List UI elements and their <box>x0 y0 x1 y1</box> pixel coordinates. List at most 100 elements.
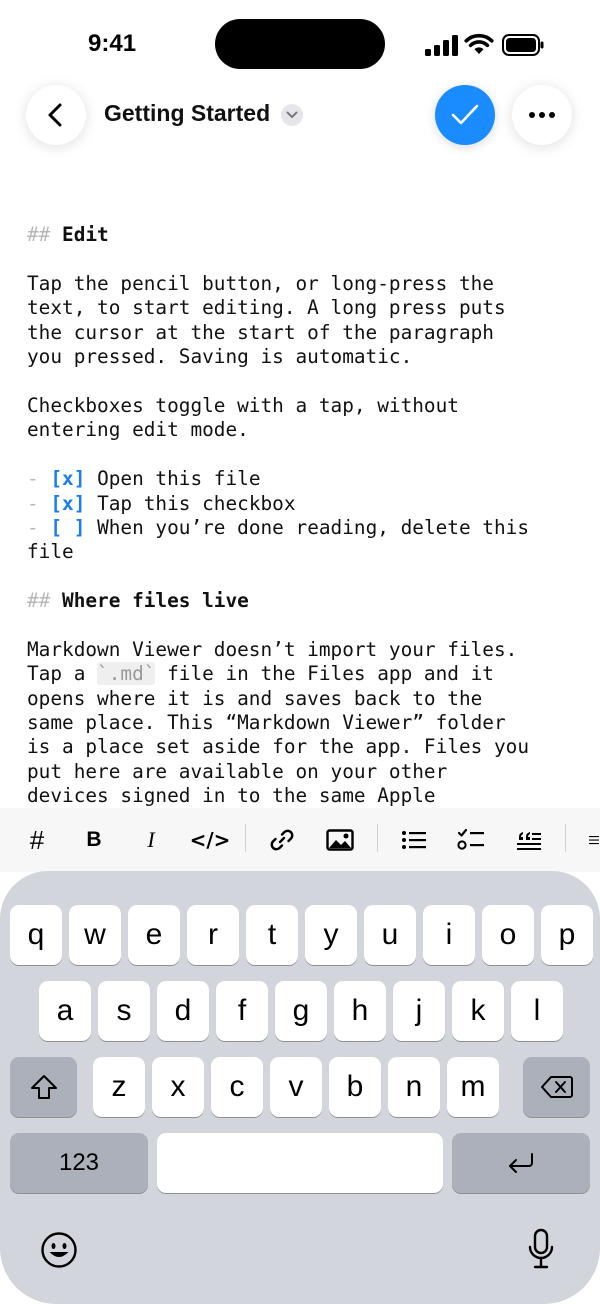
editor-line: entering edit mode. <box>27 418 587 442</box>
shift-key[interactable] <box>10 1057 77 1117</box>
return-key[interactable] <box>452 1133 590 1193</box>
editor-line: Markdown Viewer doesn’t import your file… <box>27 638 587 662</box>
link-button[interactable] <box>266 822 298 858</box>
key-e[interactable]: e <box>128 905 180 965</box>
italic-button[interactable]: I <box>137 822 165 858</box>
key-k[interactable]: k <box>452 981 504 1041</box>
line-text: Tap this checkbox <box>85 491 296 515</box>
title-menu-button[interactable] <box>281 104 303 126</box>
dictation-button[interactable] <box>526 1228 556 1270</box>
list-marker: - <box>27 491 51 515</box>
key-t[interactable]: t <box>246 905 298 965</box>
space-key[interactable] <box>157 1133 443 1193</box>
chevron-down-icon <box>286 111 298 118</box>
key-u[interactable]: u <box>364 905 416 965</box>
shift-icon <box>30 1075 57 1099</box>
key-n[interactable]: n <box>388 1057 440 1117</box>
key-i[interactable]: i <box>423 905 475 965</box>
editor-line: Tap the pencil button, or long-press the <box>27 272 587 296</box>
text-align-icon <box>589 836 599 845</box>
line-text: is a place set aside for the app. Files … <box>27 735 529 759</box>
editor-line: file <box>27 540 587 564</box>
checkbox-marker[interactable]: [x] <box>50 492 85 515</box>
markdown-editor[interactable]: ## Edit Tap the pencil button, or long-pr… <box>27 150 587 808</box>
line-text: entering edit mode. <box>27 418 249 442</box>
heading-text: Where files live <box>62 589 249 613</box>
line-text: put here are available on your other <box>27 759 448 783</box>
align-button[interactable] <box>588 822 600 858</box>
list-bullet-icon <box>402 831 426 849</box>
line-text: you pressed. Saving is automatic. <box>27 345 413 369</box>
key-z[interactable]: z <box>93 1057 145 1117</box>
line-text: When you’re done reading, delete this <box>85 515 530 539</box>
checkbox-marker[interactable]: [x] <box>50 467 85 490</box>
editor-line: - [x] Open this file <box>27 467 587 491</box>
line-text: Markdown Viewer doesn’t import your file… <box>27 637 518 661</box>
editor-line: same place. This “Markdown Viewer” folde… <box>27 711 587 735</box>
key-j[interactable]: j <box>393 981 445 1041</box>
battery-icon <box>502 34 544 56</box>
toolbar-divider <box>377 824 378 852</box>
key-l[interactable]: l <box>511 981 563 1041</box>
key-r[interactable]: r <box>187 905 239 965</box>
editor-line: - [x] Tap this checkbox <box>27 492 587 516</box>
link-icon <box>270 829 294 851</box>
key-m[interactable]: m <box>447 1057 499 1117</box>
delete-key[interactable] <box>523 1057 590 1117</box>
more-options-button[interactable] <box>512 85 572 145</box>
key-x[interactable]: x <box>152 1057 204 1117</box>
editor-top-fade <box>0 150 600 166</box>
software-keyboard: qwertyuiop asdfghjkl zxcvbnm 123 <box>0 871 600 1304</box>
key-b[interactable]: b <box>329 1057 381 1117</box>
photo-icon <box>326 829 354 851</box>
key-v[interactable]: v <box>270 1057 322 1117</box>
done-button[interactable] <box>435 85 495 145</box>
status-bar: 9:41 <box>0 0 600 88</box>
key-p[interactable]: p <box>541 905 593 965</box>
key-h[interactable]: h <box>334 981 386 1041</box>
key-s[interactable]: s <box>98 981 150 1041</box>
checklist-button[interactable] <box>456 822 486 858</box>
emoji-button[interactable] <box>40 1231 78 1269</box>
key-g[interactable]: g <box>275 981 327 1041</box>
inline-code: `.md` <box>97 662 156 686</box>
quote-icon <box>517 832 541 850</box>
key-a[interactable]: a <box>39 981 91 1041</box>
return-icon <box>509 1153 533 1173</box>
key-o[interactable]: o <box>482 905 534 965</box>
document-title[interactable]: Getting Started <box>104 100 270 127</box>
image-button[interactable] <box>324 822 356 858</box>
ellipsis-icon <box>529 112 555 118</box>
heading-button[interactable]: # <box>22 822 52 858</box>
quote-button[interactable] <box>514 822 544 858</box>
heading-text: Edit <box>62 223 109 247</box>
list-marker: - <box>27 515 51 539</box>
key-f[interactable]: f <box>216 981 268 1041</box>
checkmark-icon <box>451 104 479 125</box>
editor-line: opens where it is and saves back to the <box>27 687 587 711</box>
key-q[interactable]: q <box>10 905 62 965</box>
editor-line: text, to start editing. A long press put… <box>27 296 587 320</box>
microphone-icon <box>528 1228 554 1269</box>
key-y[interactable]: y <box>305 905 357 965</box>
bold-button[interactable]: B <box>80 822 108 858</box>
bullet-list-button[interactable] <box>400 822 428 858</box>
key-w[interactable]: w <box>69 905 121 965</box>
code-button[interactable]: </> <box>190 822 231 858</box>
line-text: Tap a <box>27 662 98 686</box>
numbers-key[interactable]: 123 <box>10 1133 148 1193</box>
key-d[interactable]: d <box>157 981 209 1041</box>
list-marker: - <box>27 467 51 491</box>
checkbox-marker[interactable]: [ ] <box>50 516 85 539</box>
back-button[interactable] <box>26 85 86 145</box>
heading-marker: ## <box>27 223 63 247</box>
line-text: same place. This “Markdown Viewer” folde… <box>27 711 506 735</box>
key-c[interactable]: c <box>211 1057 263 1117</box>
checklist-icon <box>457 828 484 850</box>
editor-line: ## Where files live <box>27 589 587 613</box>
cellular-signal-icon <box>425 35 458 56</box>
